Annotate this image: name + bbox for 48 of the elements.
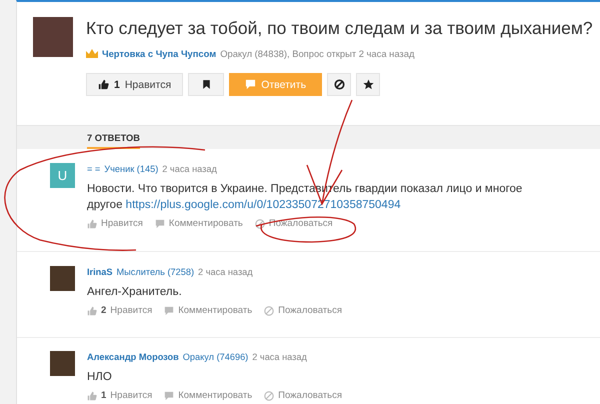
speech-bubble-icon xyxy=(164,306,174,316)
author-rank: Ученик (145) xyxy=(104,163,158,175)
author-rank: Оракул (74696) xyxy=(182,351,248,363)
prohibited-icon xyxy=(264,391,274,401)
thumbs-up-icon xyxy=(98,79,109,90)
comment-button[interactable]: Комментировать xyxy=(164,305,252,317)
author-meta: Оракул (84838), Вопрос открыт 2 часа назад xyxy=(220,48,414,59)
thumbs-up-icon xyxy=(87,219,97,229)
author-link[interactable]: IrinaS xyxy=(87,266,113,278)
answers-tab[interactable]: 7 ОТВЕТОВ xyxy=(87,133,140,149)
report-button[interactable] xyxy=(327,73,352,96)
answer-text: НЛО xyxy=(87,370,112,385)
speech-bubble-icon xyxy=(245,79,256,90)
author-link[interactable]: Чертовка с Чупа Чупсом xyxy=(102,48,216,59)
photo-placeholder xyxy=(33,17,73,57)
speech-bubble-icon xyxy=(154,219,165,229)
comment-button[interactable]: Комментировать xyxy=(154,218,243,230)
thumbs-up-icon xyxy=(87,391,97,401)
prohibited-icon xyxy=(334,79,345,90)
author-rank: Мыслитель (7258) xyxy=(116,266,194,278)
like-button[interactable]: 1 Нравится xyxy=(87,390,152,402)
photo-placeholder xyxy=(50,266,75,291)
like-button[interactable]: 1 Нравится xyxy=(86,73,184,96)
prohibited-icon xyxy=(264,306,274,316)
author-link[interactable]: = = xyxy=(87,163,100,175)
report-button[interactable]: Пожаловаться xyxy=(264,305,342,317)
star-icon xyxy=(362,79,374,90)
photo-placeholder xyxy=(50,351,75,376)
answer-link[interactable]: https://plus.google.com/u/0/102335072710358750494 xyxy=(126,199,401,211)
report-button[interactable]: Пожаловаться xyxy=(254,218,333,230)
speech-bubble-icon xyxy=(164,391,174,401)
answer-text: Ангел-Хранитель. xyxy=(87,285,182,300)
answer-time: 2 часа назад xyxy=(198,266,253,278)
letter-avatar: U xyxy=(50,163,75,188)
report-button[interactable]: Пожаловаться xyxy=(264,390,342,402)
crown-icon xyxy=(86,49,98,58)
like-button[interactable]: 2 Нравится xyxy=(87,305,152,317)
prohibited-icon xyxy=(254,219,265,229)
comment-button[interactable]: Комментировать xyxy=(164,390,252,402)
question-title: Кто следует за тобой, по твоим следам и за твоим дыханием? xyxy=(86,17,593,39)
bookmark-button[interactable] xyxy=(188,73,224,96)
favorite-button[interactable] xyxy=(356,73,380,96)
like-button[interactable]: Нравится xyxy=(87,218,143,230)
author-link[interactable]: Александр Морозов xyxy=(87,351,179,363)
answer-time: 2 часа назад xyxy=(252,351,307,363)
thumbs-up-icon xyxy=(87,306,97,316)
answer-time: 2 часа назад xyxy=(162,163,217,175)
bookmark-icon xyxy=(200,79,212,90)
